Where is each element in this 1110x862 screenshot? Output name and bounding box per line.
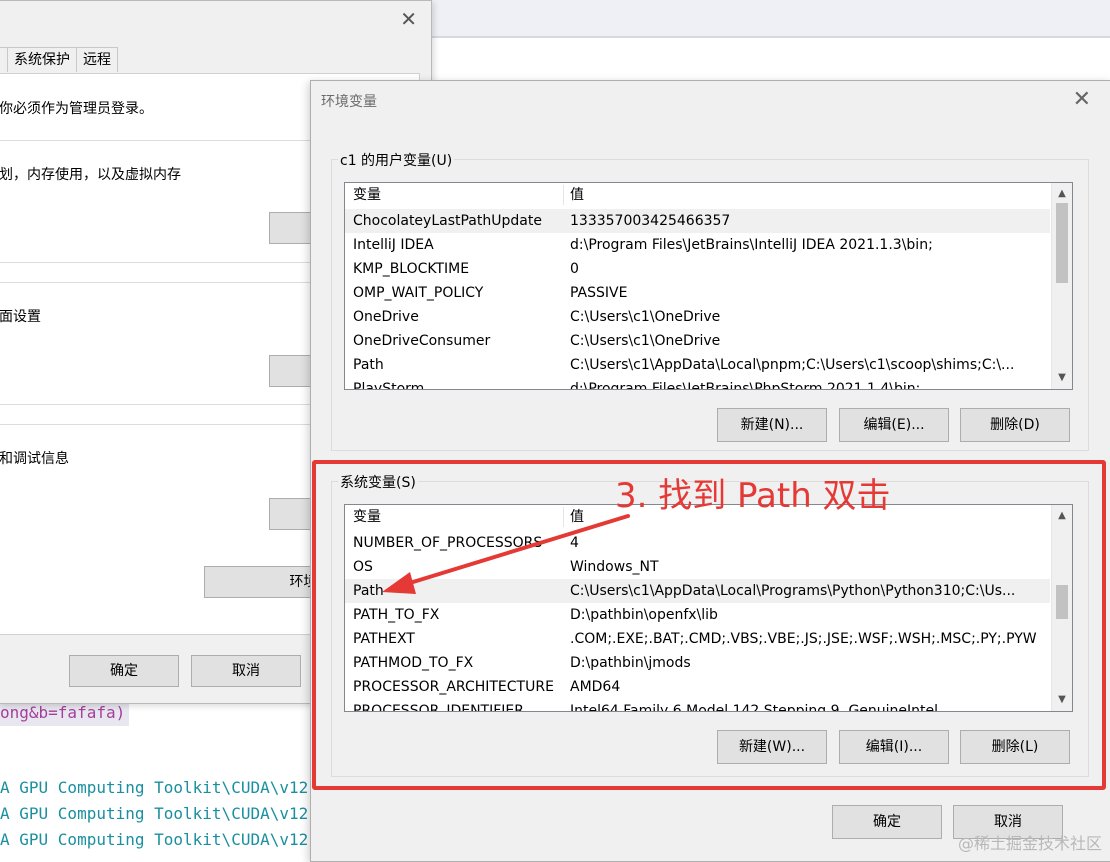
annotation-arrow-icon [382,514,630,594]
watermark: @稀土掘金技术社区 [957,834,1102,853]
